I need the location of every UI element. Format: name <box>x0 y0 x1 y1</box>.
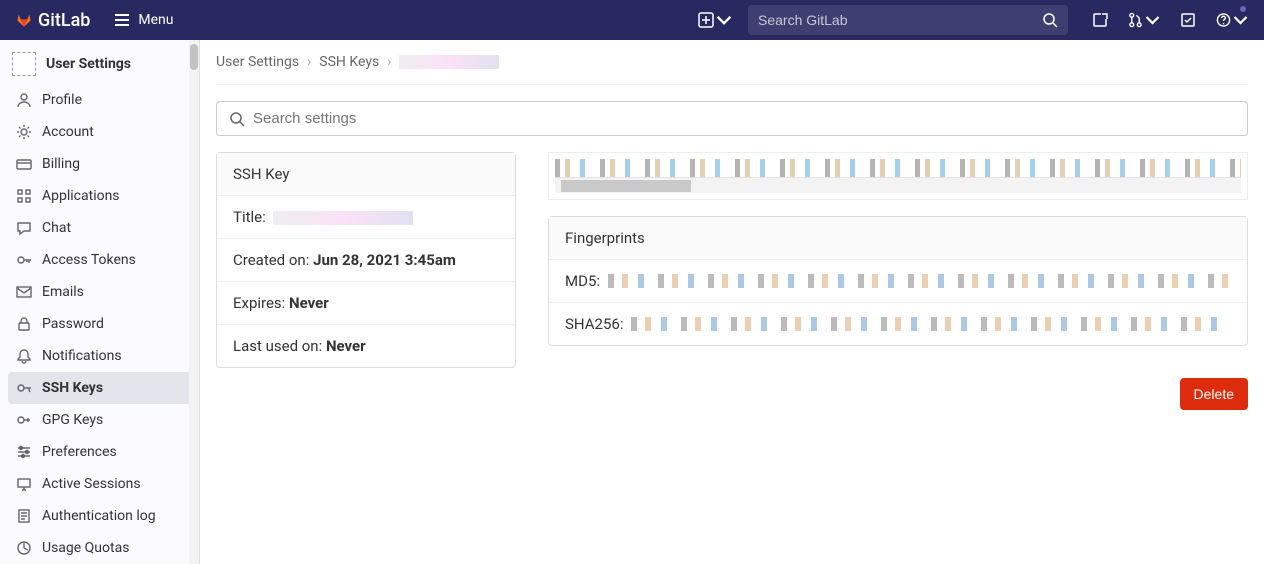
chevron-down-icon <box>1233 12 1248 28</box>
password-icon <box>16 316 32 332</box>
sidebar-item-label: Profile <box>42 92 82 108</box>
access-tokens-icon <box>16 252 32 268</box>
sidebar-item-label: Notifications <box>42 348 122 364</box>
fingerprints-header: Fingerprints <box>549 217 1247 260</box>
sidebar-item-profile[interactable]: Profile <box>8 84 191 116</box>
plus-icon <box>698 12 714 28</box>
chevron-down-icon <box>1145 12 1160 28</box>
sidebar-item-label: Active Sessions <box>42 476 141 492</box>
sidebar-item-label: Preferences <box>42 444 117 460</box>
ssh-key-title-row: Title: <box>217 196 515 239</box>
menu-toggle[interactable]: Menu <box>114 12 173 28</box>
sidebar-item-label: SSH Keys <box>42 380 103 396</box>
sidebar-item-applications[interactable]: Applications <box>8 180 191 212</box>
account-icon <box>16 124 32 140</box>
chevron-right-icon: › <box>387 54 391 70</box>
merge-request-icon <box>1128 12 1143 28</box>
preferences-icon <box>16 444 32 460</box>
gitlab-logo[interactable]: GitLab <box>16 10 90 31</box>
chevron-down-icon <box>716 12 732 28</box>
ssh-keys-icon <box>16 380 32 396</box>
fingerprint-sha256-row: SHA256: <box>549 303 1247 345</box>
merge-requests-dropdown[interactable] <box>1128 4 1160 36</box>
sidebar-item-label: Applications <box>42 188 120 204</box>
hamburger-icon <box>114 12 130 28</box>
sidebar-item-label: Usage Quotas <box>42 540 129 556</box>
sidebar-title: User Settings <box>46 56 131 72</box>
gitlab-icon <box>16 12 32 28</box>
notifications-icon <box>16 348 32 364</box>
search-settings-input[interactable] <box>253 110 1235 127</box>
sidebar-item-label: Account <box>42 124 94 140</box>
emails-icon <box>16 284 32 300</box>
todo-icon <box>1180 12 1196 28</box>
ssh-key-created-row: Created on: Jun 28, 2021 3:45am <box>217 239 515 282</box>
breadcrumb-key-title[interactable] <box>399 55 499 69</box>
help-icon <box>1216 12 1231 28</box>
ssh-key-expires-row: Expires: Never <box>217 282 515 325</box>
sidebar-item-chat[interactable]: Chat <box>8 212 191 244</box>
delete-button[interactable]: Delete <box>1180 378 1248 410</box>
sidebar-item-billing[interactable]: Billing <box>8 148 191 180</box>
sidebar-item-ssh-keys[interactable]: SSH Keys <box>8 372 191 404</box>
sidebar-header[interactable]: User Settings <box>0 40 199 84</box>
sidebar-item-emails[interactable]: Emails <box>8 276 191 308</box>
sidebar-item-account[interactable]: Account <box>8 116 191 148</box>
fingerprint-md5-value <box>608 274 1231 288</box>
sidebar-item-preferences[interactable]: Preferences <box>8 436 191 468</box>
applications-icon <box>16 188 32 204</box>
global-search[interactable] <box>748 5 1068 35</box>
fingerprints-card: Fingerprints MD5: SHA256: <box>548 216 1248 346</box>
todos-shortcut[interactable] <box>1172 4 1204 36</box>
breadcrumb-user-settings[interactable]: User Settings <box>216 54 299 70</box>
sidebar-item-label: Access Tokens <box>42 252 136 268</box>
create-new-dropdown[interactable] <box>698 12 732 28</box>
chevron-right-icon: › <box>307 54 311 70</box>
sidebar-item-label: GPG Keys <box>42 412 103 428</box>
chat-icon <box>16 220 32 236</box>
billing-icon <box>16 156 32 172</box>
sidebar-scrollbar[interactable] <box>189 40 199 564</box>
sidebar-item-active-sessions[interactable]: Active Sessions <box>8 468 191 500</box>
sidebar-item-usage-quotas[interactable]: Usage Quotas <box>8 532 191 564</box>
sidebar-item-notifications[interactable]: Notifications <box>8 340 191 372</box>
brand-text: GitLab <box>38 10 90 31</box>
menu-label: Menu <box>138 12 173 28</box>
issues-shortcut[interactable] <box>1084 4 1116 36</box>
horizontal-scrollbar[interactable] <box>555 177 1241 193</box>
sidebar-item-label: Chat <box>42 220 71 236</box>
sidebar-item-authentication-log[interactable]: Authentication log <box>8 500 191 532</box>
fingerprint-md5-row: MD5: <box>549 260 1247 303</box>
issues-icon <box>1092 12 1108 28</box>
fingerprint-sha256-value <box>631 317 1231 331</box>
gpg-keys-icon <box>16 412 32 428</box>
sidebar-item-password[interactable]: Password <box>8 308 191 340</box>
active-sessions-icon <box>16 476 32 492</box>
sidebar-item-gpg-keys[interactable]: GPG Keys <box>8 404 191 436</box>
sidebar-item-label: Billing <box>42 156 80 172</box>
ssh-public-key-box[interactable] <box>548 152 1248 200</box>
sidebar-item-label: Authentication log <box>42 508 156 524</box>
avatar <box>12 52 36 76</box>
sidebar-item-label: Password <box>42 316 104 332</box>
sidebar-item-access-tokens[interactable]: Access Tokens <box>8 244 191 276</box>
breadcrumb-ssh-keys[interactable]: SSH Keys <box>319 54 379 70</box>
auth-log-icon <box>16 508 32 524</box>
sidebar-item-label: Emails <box>42 284 84 300</box>
help-dropdown[interactable] <box>1216 4 1248 36</box>
ssh-key-card-header: SSH Key <box>217 153 515 196</box>
ssh-public-key-text <box>555 159 1241 177</box>
search-icon <box>1042 12 1058 28</box>
search-settings[interactable] <box>216 101 1248 136</box>
usage-quotas-icon <box>16 540 32 556</box>
ssh-key-lastused-row: Last used on: Never <box>217 325 515 367</box>
ssh-key-title-value <box>273 211 413 225</box>
ssh-key-card: SSH Key Title: Created on: Jun 28, 2021 … <box>216 152 516 368</box>
search-icon <box>229 111 245 127</box>
profile-icon <box>16 92 32 108</box>
global-search-input[interactable] <box>758 12 1042 28</box>
breadcrumb: User Settings › SSH Keys › <box>216 40 1248 85</box>
